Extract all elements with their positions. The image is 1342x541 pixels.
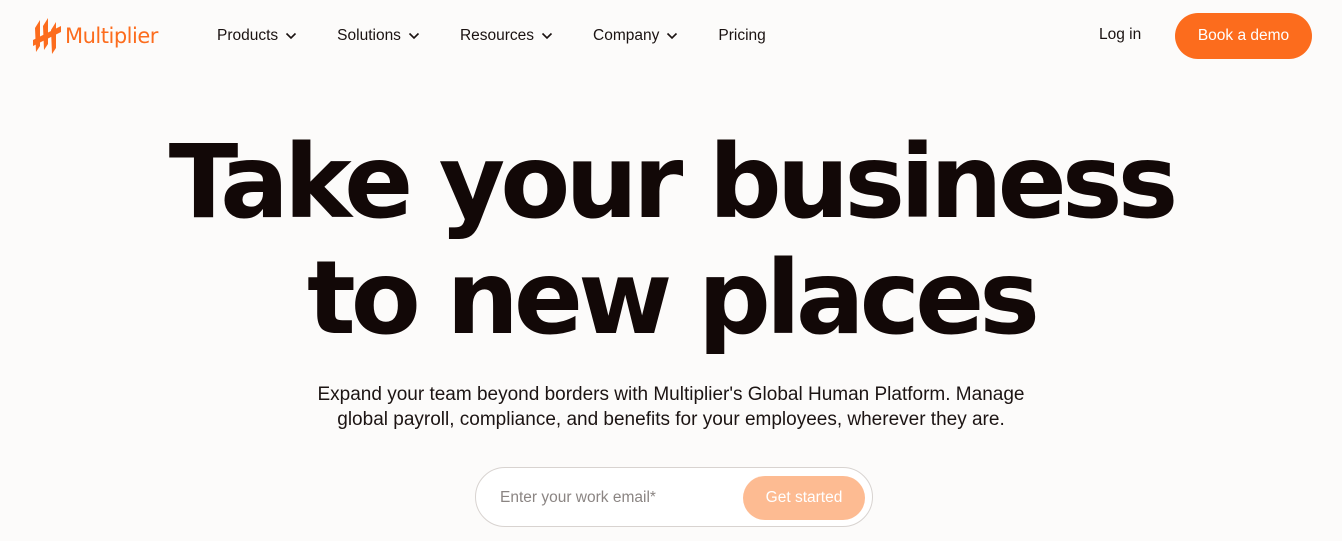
nav-item-resources[interactable]: Resources: [460, 27, 553, 45]
signup-form: Get started: [475, 467, 873, 527]
nav-item-label: Products: [217, 27, 279, 44]
get-started-button[interactable]: Get started: [743, 476, 865, 520]
subtext-line: Expand your team beyond borders with Mul…: [317, 384, 1025, 405]
nav-item-label: Company: [593, 27, 660, 44]
headline-line: to new places: [306, 239, 1040, 358]
site-header: Multiplier Products Solutions Resources …: [0, 0, 1342, 72]
book-demo-button[interactable]: Book a demo: [1175, 13, 1312, 59]
nav-item-label: Solutions: [337, 27, 401, 44]
login-link[interactable]: Log in: [1099, 26, 1141, 44]
nav-item-pricing[interactable]: Pricing: [718, 27, 765, 45]
nav-item-products[interactable]: Products: [217, 27, 297, 45]
main-nav: Products Solutions Resources Company Pri…: [217, 24, 766, 48]
chevron-down-icon: [667, 32, 678, 40]
brand-name: Multiplier: [65, 24, 158, 48]
email-input[interactable]: [500, 487, 730, 509]
hero-subtext: Expand your team beyond borders with Mul…: [0, 382, 1342, 432]
multiplier-logo-icon: [33, 18, 61, 54]
chevron-down-icon: [408, 32, 420, 40]
nav-item-company[interactable]: Company: [593, 27, 678, 45]
nav-item-label: Pricing: [718, 27, 766, 44]
chevron-down-icon: [541, 32, 553, 40]
nav-item-solutions[interactable]: Solutions: [337, 27, 420, 45]
nav-item-label: Resources: [459, 27, 535, 44]
subtext-line: global payroll, compliance, and benefits…: [337, 409, 1005, 430]
brand-logo[interactable]: Multiplier: [31, 16, 158, 56]
chevron-down-icon: [286, 32, 297, 40]
headline-line: Take your business: [168, 123, 1179, 242]
hero-headline: Take your business to new places: [0, 125, 1342, 357]
